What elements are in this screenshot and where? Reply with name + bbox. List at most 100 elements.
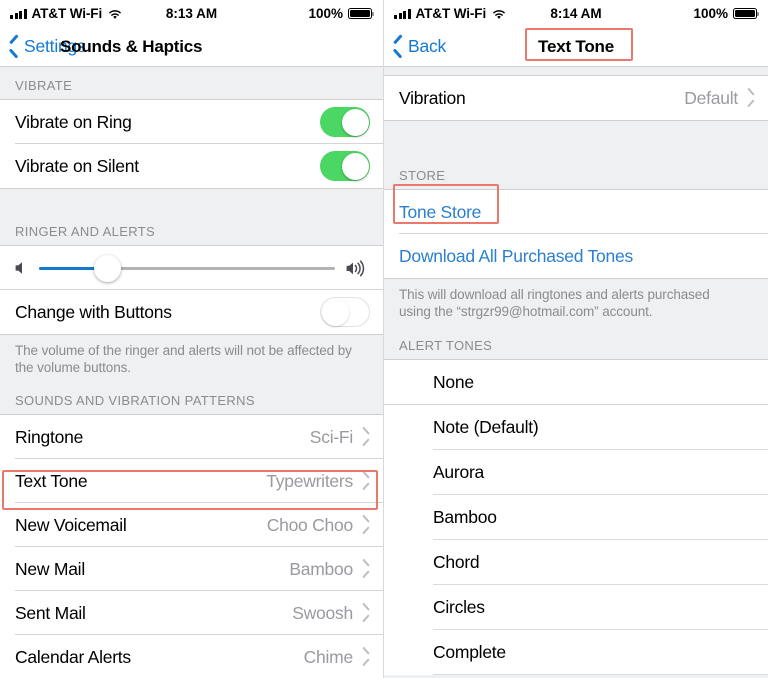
tone-label: Circles [433, 597, 485, 617]
chevron-right-icon [361, 517, 370, 533]
left-screen-sounds-haptics: AT&T Wi-Fi 8:13 AM 100% Settings Sounds … [0, 0, 384, 678]
back-button[interactable]: Back [384, 36, 446, 57]
wifi-icon [492, 8, 506, 19]
vibrate-on-silent-toggle[interactable] [320, 151, 370, 181]
ringer-volume-slider-row[interactable] [0, 246, 383, 290]
row-text-tone[interactable]: Text Tone Typewriters [0, 459, 383, 503]
row-label: Calendar Alerts [15, 646, 131, 667]
row-vibrate-on-ring[interactable]: Vibrate on Ring [0, 100, 383, 144]
tone-item-complete[interactable]: Complete [384, 630, 768, 675]
back-button-label: Back [408, 36, 447, 56]
battery-percent-label: 100% [308, 6, 343, 21]
row-sent-mail[interactable]: Sent Mail Swoosh [0, 591, 383, 635]
section-header-alert-tones: ALERT TONES [384, 329, 768, 359]
row-value: Typewriters [266, 470, 353, 491]
tone-item-aurora[interactable]: Aurora [384, 450, 768, 495]
chevron-right-icon [361, 429, 370, 445]
row-label: Vibration [399, 87, 466, 108]
chevron-right-icon [361, 473, 370, 489]
section-header-vibrate: VIBRATE [0, 67, 383, 99]
cellular-bars-icon [10, 9, 27, 19]
cellular-bars-icon [394, 9, 411, 19]
row-value: Choo Choo [266, 514, 354, 535]
speaker-low-icon [14, 260, 29, 276]
status-right-group: 100% [693, 6, 759, 21]
vibrate-on-ring-toggle[interactable] [320, 107, 370, 137]
chevron-left-icon [9, 37, 20, 56]
row-label: New Mail [15, 558, 85, 579]
section-header-sounds-and-vibration-patterns: SOUNDS AND VIBRATION PATTERNS [0, 383, 383, 414]
volume-track[interactable] [39, 254, 335, 282]
left-settings-list[interactable]: VIBRATE Vibrate on Ring Vibrate on Silen… [0, 67, 383, 678]
row-new-voicemail[interactable]: New Voicemail Choo Choo [0, 503, 383, 547]
vibrate-group: Vibrate on Ring Vibrate on Silent [0, 99, 383, 189]
row-value: Swoosh [292, 602, 353, 623]
tone-label: Bamboo [433, 507, 497, 527]
tone-item-chord[interactable]: Chord [384, 540, 768, 585]
alert-tones-group: None Note (Default) Aurora Bamboo Chord [384, 359, 768, 675]
row-change-with-buttons[interactable]: Change with Buttons [0, 290, 383, 334]
volume-thumb[interactable] [93, 254, 121, 282]
row-ringtone[interactable]: Ringtone Sci-Fi [0, 415, 383, 459]
wifi-icon [108, 8, 122, 19]
row-vibration[interactable]: Vibration Default [384, 76, 768, 120]
chevron-right-icon [746, 90, 755, 106]
store-footnote: This will download all ringtones and ale… [384, 279, 768, 329]
status-left-group: AT&T Wi-Fi [394, 6, 506, 21]
spacer [384, 67, 768, 75]
row-label: Vibrate on Silent [15, 155, 139, 176]
tone-item-bamboo[interactable]: Bamboo [384, 495, 768, 540]
row-label: Change with Buttons [15, 301, 172, 322]
row-download-all-purchased-tones[interactable]: Download All Purchased Tones [384, 234, 768, 278]
vibration-group: Vibration Default [384, 75, 768, 121]
chevron-right-icon [361, 605, 370, 621]
row-label: Sent Mail [15, 602, 86, 623]
tone-label: Note (Default) [433, 417, 539, 437]
row-value: Bamboo [289, 558, 353, 579]
right-status-bar: AT&T Wi-Fi 8:14 AM 100% [384, 0, 768, 27]
tone-item-note-default[interactable]: Note (Default) [384, 405, 768, 450]
right-settings-list[interactable]: Vibration Default STORE Tone Store Downl… [384, 67, 768, 678]
row-label: Text Tone [15, 470, 88, 491]
change-with-buttons-toggle[interactable] [320, 297, 370, 327]
chevron-right-icon [361, 561, 370, 577]
ringer-group: Change with Buttons [0, 245, 383, 335]
ringer-footnote: The volume of the ringer and alerts will… [0, 335, 383, 383]
back-button-label: Settings [24, 36, 86, 56]
tone-label: Aurora [433, 462, 485, 482]
row-new-mail[interactable]: New Mail Bamboo [0, 547, 383, 591]
row-label: Ringtone [15, 426, 84, 447]
chevron-right-icon [361, 649, 370, 665]
row-tone-store[interactable]: Tone Store [384, 190, 768, 234]
section-header-store: STORE [384, 159, 768, 189]
sounds-patterns-group: Ringtone Sci-Fi Text Tone Typewriters Ne… [0, 414, 383, 678]
tone-label: Complete [433, 642, 506, 662]
carrier-label: AT&T Wi-Fi [31, 6, 103, 21]
tone-store-label: Tone Store [399, 201, 482, 222]
row-value: Sci-Fi [309, 426, 353, 447]
tone-item-none[interactable]: None [384, 360, 768, 405]
back-button-settings[interactable]: Settings [0, 36, 86, 57]
spacer [0, 189, 383, 216]
row-calendar-alerts[interactable]: Calendar Alerts Chime [0, 635, 383, 678]
row-label: New Voicemail [15, 514, 127, 535]
right-screen-text-tone: AT&T Wi-Fi 8:14 AM 100% Back Text Tone V… [384, 0, 768, 678]
row-value: Chime [303, 646, 354, 667]
volume-fill [39, 266, 99, 270]
tone-label: Chord [433, 552, 480, 572]
spacer [384, 121, 768, 159]
row-value: Default [684, 87, 738, 108]
chevron-left-icon [393, 37, 404, 56]
store-group: Tone Store Download All Purchased Tones [384, 189, 768, 279]
battery-percent-label: 100% [693, 6, 728, 21]
download-all-label: Download All Purchased Tones [399, 245, 633, 266]
carrier-label: AT&T Wi-Fi [415, 6, 487, 21]
left-nav-bar: Settings Sounds & Haptics [0, 27, 383, 67]
tone-item-circles[interactable]: Circles [384, 585, 768, 630]
dual-screenshot-container: AT&T Wi-Fi 8:13 AM 100% Settings Sounds … [0, 0, 768, 678]
tone-label: None [433, 372, 474, 392]
battery-full-icon [733, 7, 759, 20]
left-status-bar: AT&T Wi-Fi 8:13 AM 100% [0, 0, 383, 27]
battery-full-icon [348, 7, 374, 20]
row-vibrate-on-silent[interactable]: Vibrate on Silent [0, 144, 383, 188]
